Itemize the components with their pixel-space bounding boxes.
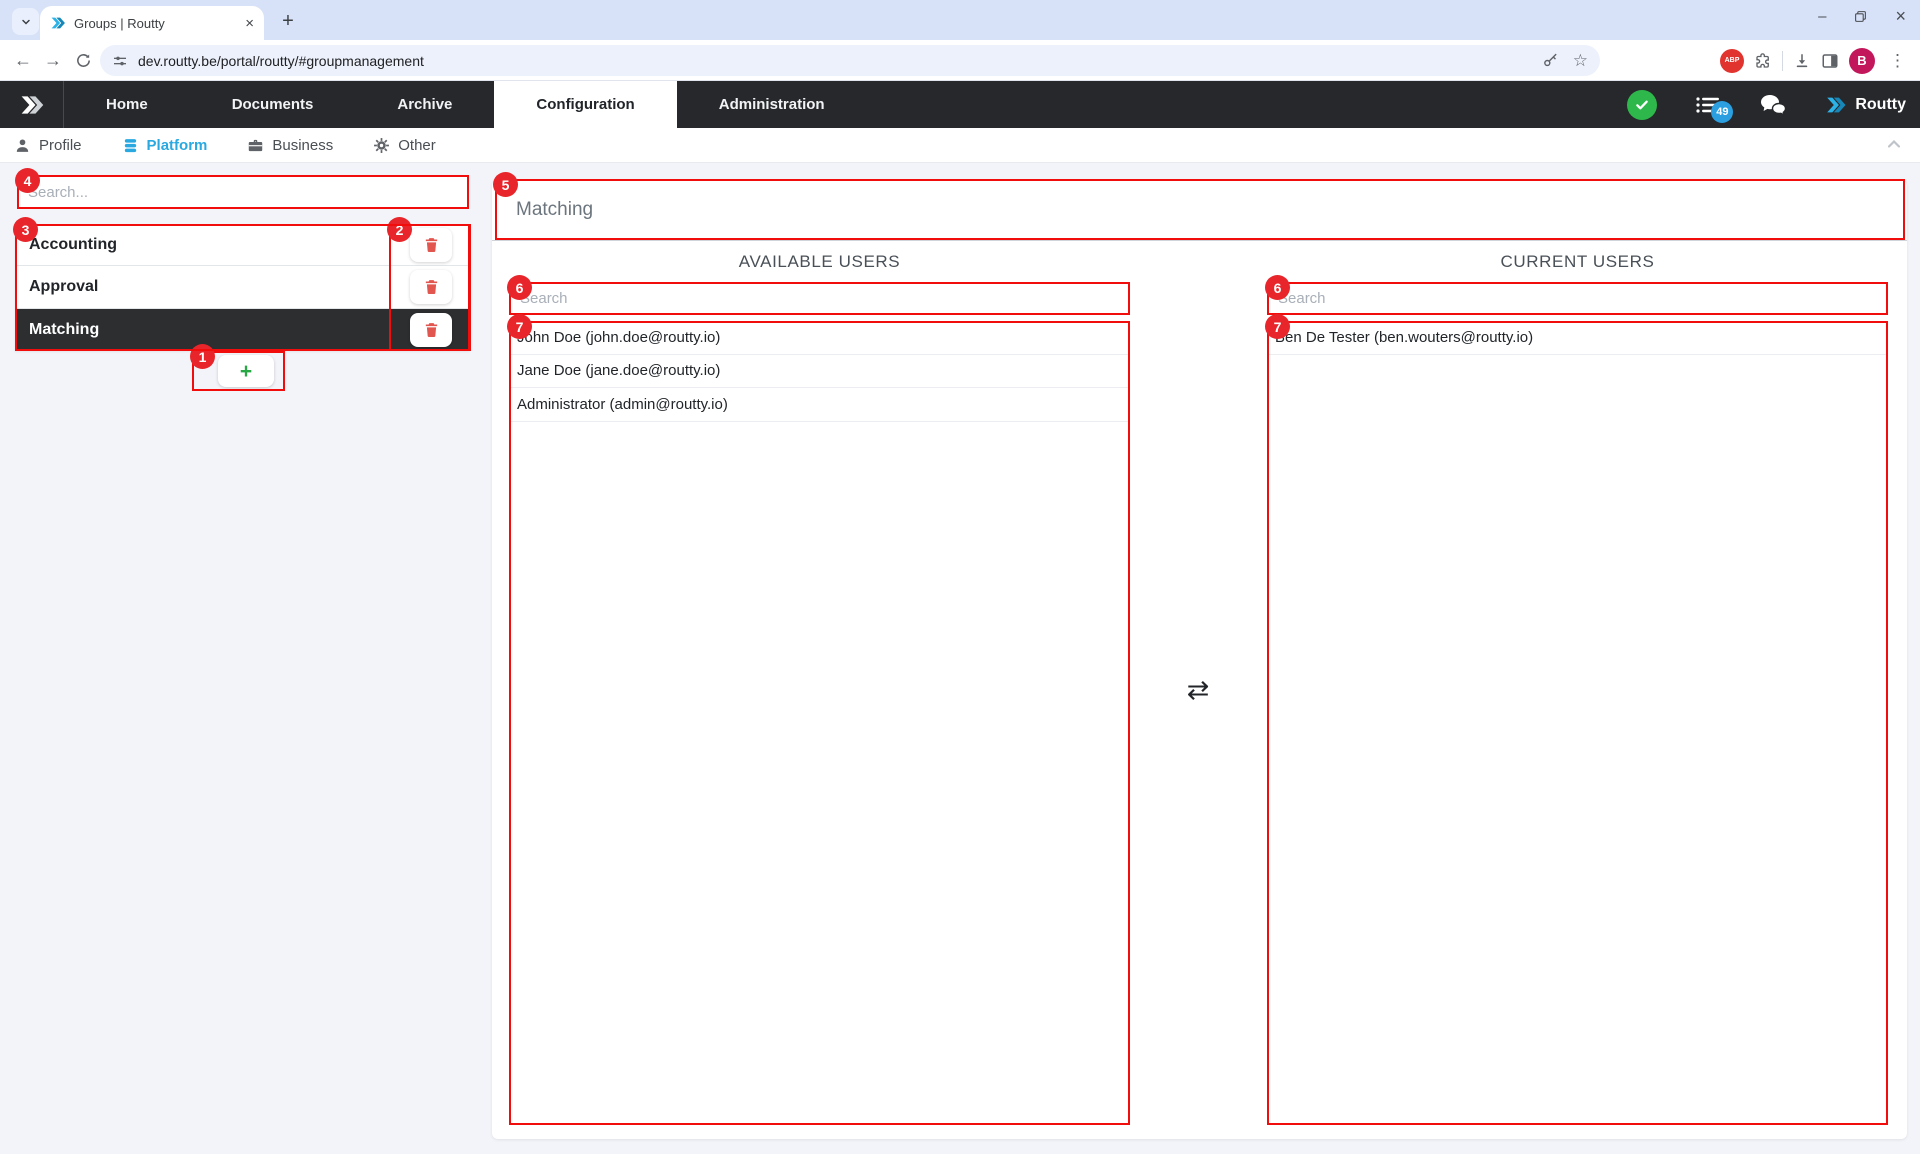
subnav-item-label: Other <box>398 137 436 154</box>
collapse-chevron-up-icon[interactable] <box>1884 134 1904 154</box>
gear-icon <box>373 137 390 154</box>
group-row[interactable]: Approval <box>15 266 470 308</box>
group-title-block <box>492 180 1907 241</box>
delete-group-button[interactable] <box>410 313 452 347</box>
nav-item-configuration[interactable]: Configuration <box>494 81 676 128</box>
user-row[interactable]: John Doe (john.doe@routty.io) <box>509 321 1130 355</box>
browser-toolbar: ← → dev.routty.be/portal/routty/#groupma… <box>0 40 1920 81</box>
adblock-extension-icon[interactable]: ABP <box>1720 49 1744 73</box>
group-row[interactable]: Accounting <box>15 224 470 266</box>
chat-icon[interactable] <box>1759 93 1787 117</box>
forward-button[interactable]: → <box>38 50 68 71</box>
window-close-button[interactable]: × <box>1895 6 1906 27</box>
group-detail-card: AVAILABLE USERS John Doe (john.doe@routt… <box>492 180 1907 1139</box>
group-row[interactable]: Matching <box>15 309 470 351</box>
screen: Groups | Routty × + – × ← → dev.routty.b… <box>0 0 1920 1154</box>
trash-icon <box>423 278 440 295</box>
user-row[interactable]: Ben De Tester (ben.wouters@routty.io) <box>1267 321 1888 355</box>
available-users-list: John Doe (john.doe@routty.io)Jane Doe (j… <box>509 321 1130 1125</box>
add-group-button[interactable]: + <box>218 355 274 387</box>
person-icon <box>14 137 31 154</box>
group-name: Approval <box>29 278 410 296</box>
trash-icon <box>423 236 440 253</box>
reload-button[interactable] <box>68 52 98 69</box>
user-row[interactable]: Administrator (admin@routty.io) <box>509 388 1130 422</box>
tab-close-icon[interactable]: × <box>245 15 254 32</box>
window-minimize-button[interactable]: – <box>1818 8 1826 25</box>
app-navbar: HomeDocumentsArchiveConfigurationAdminis… <box>0 81 1920 128</box>
browser-tab-strip: Groups | Routty × + – × <box>0 0 1920 40</box>
address-bar[interactable]: dev.routty.be/portal/routty/#groupmanage… <box>100 45 1600 76</box>
available-users-column: AVAILABLE USERS John Doe (john.doe@routt… <box>509 242 1130 1125</box>
app-nav-items: HomeDocumentsArchiveConfigurationAdminis… <box>64 81 867 128</box>
brand-logo-icon <box>1825 95 1847 115</box>
password-key-icon[interactable] <box>1542 52 1559 69</box>
nav-item-documents[interactable]: Documents <box>190 81 356 128</box>
user-row[interactable]: Jane Doe (jane.doe@routty.io) <box>509 355 1130 389</box>
current-users-list: Ben De Tester (ben.wouters@routty.io) <box>1267 321 1888 1125</box>
group-name-input[interactable] <box>516 199 1883 221</box>
downloads-icon[interactable] <box>1793 52 1811 70</box>
routty-logo-icon[interactable] <box>0 81 64 128</box>
column-header: CURRENT USERS <box>1267 242 1888 282</box>
routty-favicon-icon <box>50 15 66 31</box>
subnav-item-label: Business <box>272 137 333 154</box>
subnav-item-label: Platform <box>147 137 208 154</box>
nav-item-home[interactable]: Home <box>64 81 190 128</box>
subnav-item-platform[interactable]: Platform <box>122 137 208 154</box>
side-panel-icon[interactable] <box>1821 52 1839 70</box>
current-users-column: CURRENT USERS Ben De Tester (ben.wouters… <box>1267 242 1888 1125</box>
group-list: Accounting Approval Matching <box>15 224 470 351</box>
swap-users-icon[interactable]: ⇄ <box>1178 672 1218 708</box>
browser-tab[interactable]: Groups | Routty × <box>40 6 264 40</box>
tab-search-button[interactable] <box>12 8 39 35</box>
browser-menu-icon[interactable]: ⋮ <box>1885 51 1910 71</box>
current-users-search-input[interactable] <box>1267 282 1888 315</box>
group-search-input[interactable] <box>17 175 469 209</box>
subnav-item-profile[interactable]: Profile <box>14 137 82 154</box>
nav-item-archive[interactable]: Archive <box>355 81 494 128</box>
tab-title: Groups | Routty <box>74 16 239 31</box>
new-tab-button[interactable]: + <box>276 9 300 33</box>
group-name: Accounting <box>29 236 410 254</box>
toolbar-divider <box>1782 51 1783 71</box>
trash-icon <box>423 321 440 338</box>
subnav-item-other[interactable]: Other <box>373 137 436 154</box>
bookmark-star-icon[interactable]: ☆ <box>1573 51 1588 71</box>
subnav-items: Profile Platform Business Other <box>14 137 436 154</box>
chevron-down-icon <box>20 16 32 28</box>
back-button[interactable]: ← <box>8 50 38 71</box>
available-users-search-input[interactable] <box>509 282 1130 315</box>
config-subnav: Profile Platform Business Other <box>0 128 1920 163</box>
brand: Routty <box>1825 95 1906 115</box>
subnav-item-label: Profile <box>39 137 82 154</box>
group-name: Matching <box>29 321 410 339</box>
task-count-badge: 49 <box>1711 101 1733 123</box>
url-text[interactable]: dev.routty.be/portal/routty/#groupmanage… <box>138 53 1542 69</box>
browser-profile-avatar[interactable]: B <box>1849 48 1875 74</box>
nav-item-administration[interactable]: Administration <box>677 81 867 128</box>
status-check-icon[interactable] <box>1627 90 1657 120</box>
site-settings-icon[interactable] <box>112 53 128 69</box>
briefcase-icon <box>247 137 264 154</box>
task-list-button[interactable]: 49 <box>1695 93 1721 117</box>
extensions-puzzle-icon[interactable] <box>1754 52 1772 70</box>
subnav-item-business[interactable]: Business <box>247 137 333 154</box>
brand-label: Routty <box>1855 96 1906 114</box>
window-restore-button[interactable] <box>1854 10 1867 23</box>
database-icon <box>122 137 139 154</box>
delete-group-button[interactable] <box>410 228 452 262</box>
column-header: AVAILABLE USERS <box>509 242 1130 282</box>
delete-group-button[interactable] <box>410 270 452 304</box>
